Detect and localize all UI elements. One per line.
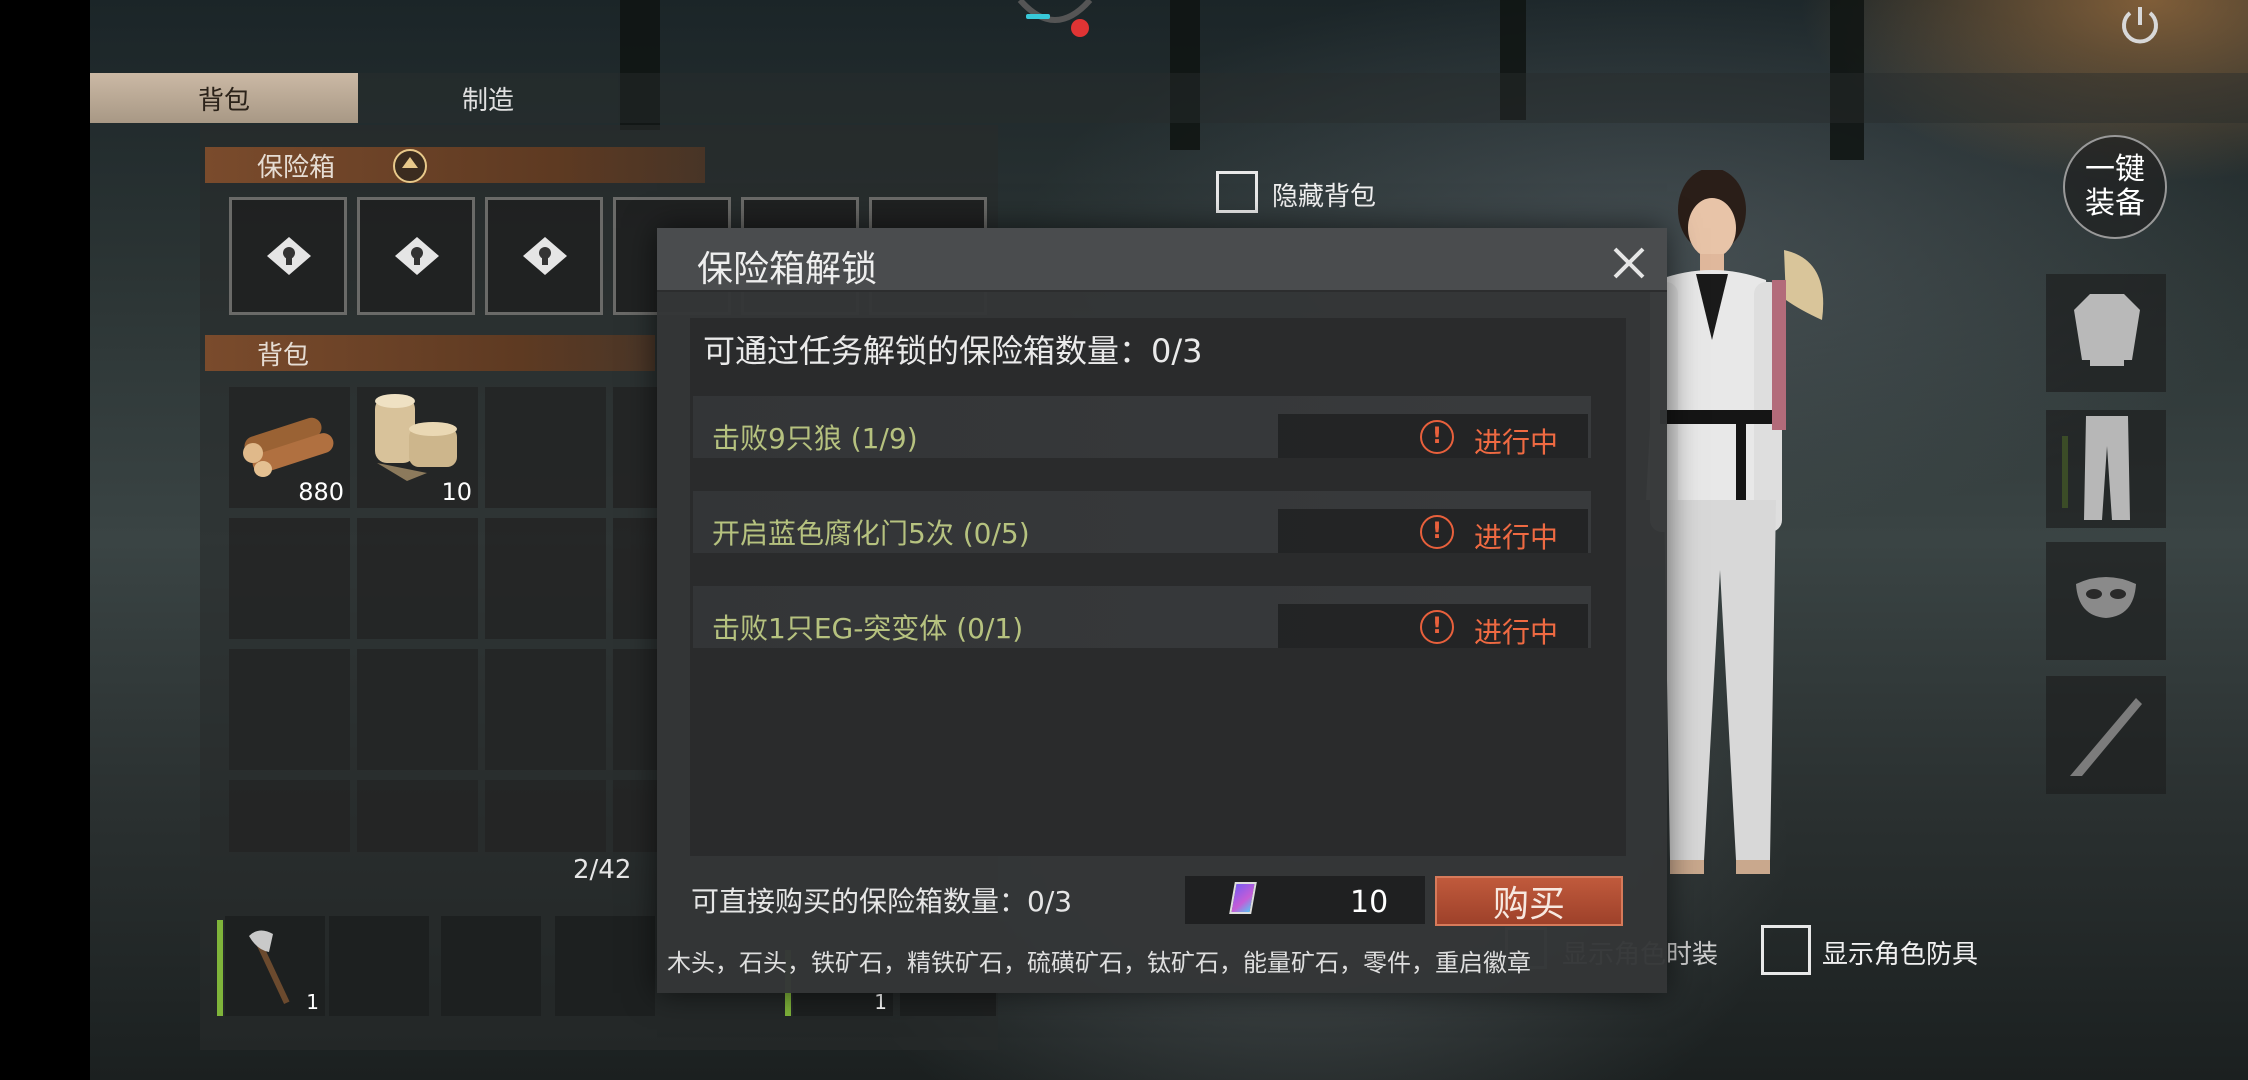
hotbar-slot[interactable] [555,916,655,1016]
materials-list: 木头，石头，铁矿石，精铁矿石，硫磺矿石，钛矿石，能量矿石，零件，重启徽章 [667,949,1531,977]
one-key-equip-button[interactable]: 一键 装备 [2063,135,2167,239]
lock-diamond-icon [267,237,311,275]
hide-backpack-checkbox[interactable] [1216,171,1258,213]
collapse-arrow-icon[interactable] [393,149,427,183]
task-status: 进行中 [1474,616,1559,649]
inventory-slot[interactable] [229,518,350,639]
wood-logs-icon [243,417,334,477]
inventory-slot[interactable] [357,649,478,770]
price-value: 10 [1350,885,1389,920]
bag-capacity: 2/42 [573,855,632,885]
dialog-header: 保险箱解锁 [657,228,1667,292]
inventory-slot[interactable]: 880 [229,387,350,508]
inventory-slot[interactable] [229,780,350,852]
sweater-icon [2074,294,2140,366]
hotbar-slot[interactable]: 1 [225,916,325,1016]
item-count: 1 [874,990,887,1014]
inventory-slot[interactable]: 10 [357,387,478,508]
price-box [1185,876,1425,924]
left-black-bar [0,0,90,1080]
show-armor-checkbox[interactable] [1761,925,1811,975]
warning-icon: ! [1420,420,1454,454]
blade-icon [2070,698,2142,776]
axe-icon [249,930,290,1004]
item-count: 10 [441,478,472,506]
one-key-equip-line1: 一键 [2085,152,2145,187]
locked-safebox-slot[interactable] [229,197,347,315]
buy-count-label: 可直接购买的保险箱数量：0/3 [691,885,1073,918]
inventory-slot[interactable] [229,649,350,770]
equip-slot-mask[interactable] [2046,542,2166,660]
warning-icon: ! [1420,515,1454,549]
safebox-section-label: 保险箱 [257,152,336,183]
inventory-slot[interactable] [357,780,478,852]
bag-section-header: 背包 [205,335,655,371]
locked-safebox-slot[interactable] [485,197,603,315]
power-icon[interactable] [2118,3,2162,47]
locked-safebox-slot[interactable] [357,197,475,315]
close-icon[interactable] [1609,243,1649,283]
item-count: 880 [298,478,344,506]
inventory-slot[interactable] [485,387,606,508]
dialog-title: 保险箱解锁 [697,249,878,290]
durability-bar [217,920,223,1016]
equip-slot-pants[interactable] [2046,410,2166,528]
inventory-slot[interactable] [357,518,478,639]
tab-strip [618,73,2248,123]
mask-icon [2076,577,2136,618]
buy-button[interactable]: 购买 [1435,876,1623,926]
inventory-slot[interactable] [485,780,606,852]
one-key-equip-line2: 装备 [2085,186,2145,221]
inventory-slot[interactable] [485,649,606,770]
task-name: 击败9只狼 (1/9) [712,422,918,455]
item-count: 1 [306,990,319,1014]
tab-bag[interactable]: 背包 [90,73,358,123]
safebox-section-header: 保险箱 [205,147,705,183]
hide-backpack-label: 隐藏背包 [1272,182,1377,212]
pants-icon [2084,416,2130,520]
task-status: 进行中 [1474,521,1559,554]
compass-icon [1017,0,1093,37]
quest-unlock-count: 可通过任务解锁的保险箱数量：0/3 [703,332,1203,370]
lock-diamond-icon [523,237,567,275]
lock-diamond-icon [395,237,439,275]
equip-slot-weapon[interactable] [2046,676,2166,794]
task-name: 开启蓝色腐化门5次 (0/5) [712,517,1030,550]
task-name: 击败1只EG-突变体 (0/1) [712,612,1024,645]
task-status: 进行中 [1474,426,1559,459]
bag-section-label: 背包 [257,340,310,371]
tab-craft[interactable]: 制造 [358,73,618,123]
inventory-slot[interactable] [485,518,606,639]
show-armor-label: 显示角色防具 [1822,940,1979,970]
hotbar-slot[interactable] [329,916,429,1016]
equip-slot-top[interactable] [2046,274,2166,392]
hotbar-slot[interactable] [441,916,541,1016]
warning-icon: ! [1420,610,1454,644]
bandage-roll-icon [375,394,457,481]
